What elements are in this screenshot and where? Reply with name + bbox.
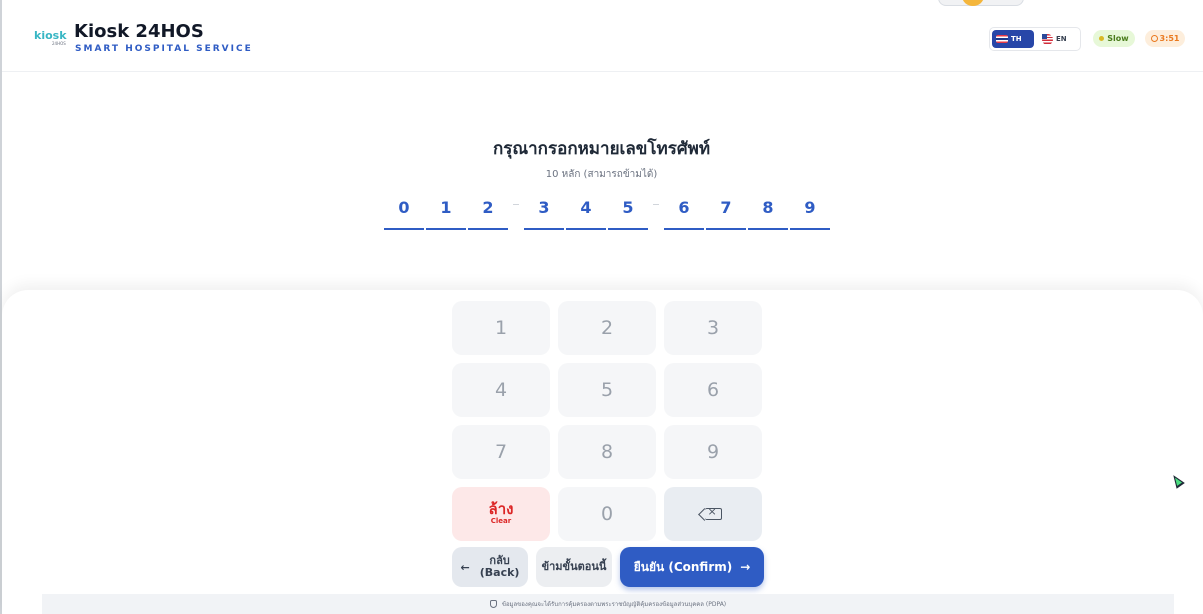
back-label: กลับ (Back): [479, 554, 520, 579]
arrow-right-icon: →: [740, 560, 751, 574]
brand-subtitle: SMART HOSPITAL SERVICE: [75, 44, 253, 54]
phone-digit-slot: 4: [566, 196, 606, 230]
connection-status-badge: Slow: [1093, 30, 1135, 47]
keypad-key-3[interactable]: 3: [664, 301, 762, 355]
phone-digit-slot: 8: [748, 196, 788, 230]
phone-digit-slot: 6: [664, 196, 704, 230]
keypad-key-0[interactable]: 0: [558, 487, 656, 541]
lang-en-button[interactable]: EN: [1038, 30, 1078, 48]
skip-step-button[interactable]: ข้ามขั้นตอนนี้: [536, 547, 612, 587]
confirm-button[interactable]: ยืนยัน (Confirm) →: [620, 547, 764, 587]
clear-button[interactable]: ล้าง Clear: [452, 487, 550, 541]
keypad-key-6[interactable]: 6: [664, 363, 762, 417]
phone-entry-hint: 10 หลัก (สามารถข้ามได้): [545, 169, 658, 180]
phone-digit-slot: 9: [790, 196, 830, 230]
keypad-key-8[interactable]: 8: [558, 425, 656, 479]
backspace-button[interactable]: [664, 487, 762, 541]
app-header: kiosk 24HOS Kiosk 24HOS SMART HOSPITAL S…: [2, 10, 1203, 72]
keypad-key-1[interactable]: 1: [452, 301, 550, 355]
thai-flag-icon: [996, 35, 1008, 43]
backspace-icon: [704, 505, 722, 520]
shield-icon: [489, 600, 497, 608]
kiosk-logo: kiosk 24HOS: [34, 29, 68, 49]
keypad-key-4[interactable]: 4: [452, 363, 550, 417]
phone-digit-slot: 3: [524, 196, 564, 230]
lang-th-button[interactable]: TH: [992, 30, 1034, 48]
phone-digit-slot: 1: [426, 196, 466, 230]
confirm-label: ยืนยัน (Confirm): [633, 559, 733, 574]
phone-digit-slot: 2: [468, 196, 508, 230]
language-switcher: TH EN: [989, 27, 1081, 51]
status-label: Slow: [1107, 34, 1129, 43]
pdpa-notice: ข้อมูลของคุณจะได้รับการคุ้มครองตามพระราช…: [501, 601, 727, 608]
phone-digit-slot: 7: [706, 196, 746, 230]
lang-en-label: EN: [1056, 35, 1067, 43]
clear-label-en: Clear: [490, 517, 512, 526]
phone-digit-slot: 5: [608, 196, 648, 230]
us-flag-icon: [1042, 33, 1053, 45]
phone-digit-slot: 0: [384, 196, 424, 230]
phone-entry-title: กรุณากรอกหมายเลขโทรศัพท์: [492, 139, 711, 159]
lang-th-label: TH: [1011, 35, 1022, 43]
keypad-key-5[interactable]: 5: [558, 363, 656, 417]
pdpa-footer: ข้อมูลของคุณจะได้รับการคุ้มครองตามพระราช…: [42, 594, 1174, 614]
session-timer-badge: 3:51: [1145, 30, 1185, 47]
status-dot-icon: [1099, 36, 1105, 41]
arrow-left-icon: ←: [460, 560, 470, 574]
digit-separator: [513, 204, 519, 205]
brand-title: Kiosk 24HOS: [74, 21, 204, 42]
digit-separator: [653, 204, 659, 205]
logo-subtext: 24HOS: [52, 41, 66, 46]
keypad-key-7[interactable]: 7: [452, 425, 550, 479]
clock-icon: [1150, 35, 1158, 42]
back-button[interactable]: ← กลับ (Back): [452, 547, 528, 587]
keypad-key-9[interactable]: 9: [664, 425, 762, 479]
clear-label-th: ล้าง: [488, 500, 514, 519]
timer-value: 3:51: [1159, 34, 1180, 43]
keypad-key-2[interactable]: 2: [558, 301, 656, 355]
